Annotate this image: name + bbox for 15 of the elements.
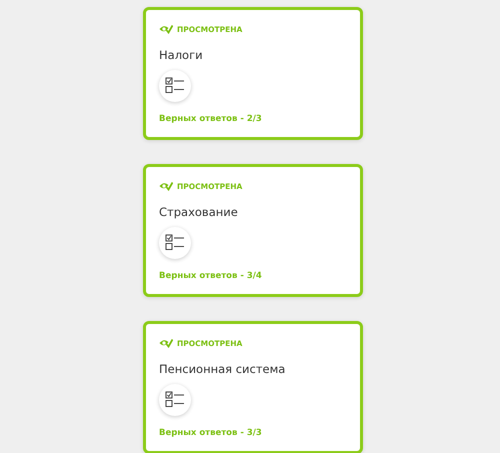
card-title: Пенсионная система [159, 362, 286, 376]
test-icon-button[interactable] [159, 227, 191, 259]
eye-check-icon [159, 24, 173, 34]
test-icon-button[interactable] [159, 384, 191, 416]
checklist-icon [165, 391, 185, 409]
result-text: Верных ответов - 3/3 [159, 428, 263, 438]
result-text: Верных ответов - 2/3 [159, 114, 263, 124]
result-text: Верных ответов - 3/4 [159, 271, 263, 281]
test-icon-button[interactable] [159, 70, 191, 102]
eye-check-icon [159, 180, 173, 192]
card-title: Налоги [159, 48, 204, 62]
checklist-icon [165, 234, 185, 252]
checklist-icon [165, 77, 185, 95]
eye-check-icon [159, 338, 173, 348]
card-title: Страхование [159, 205, 239, 219]
